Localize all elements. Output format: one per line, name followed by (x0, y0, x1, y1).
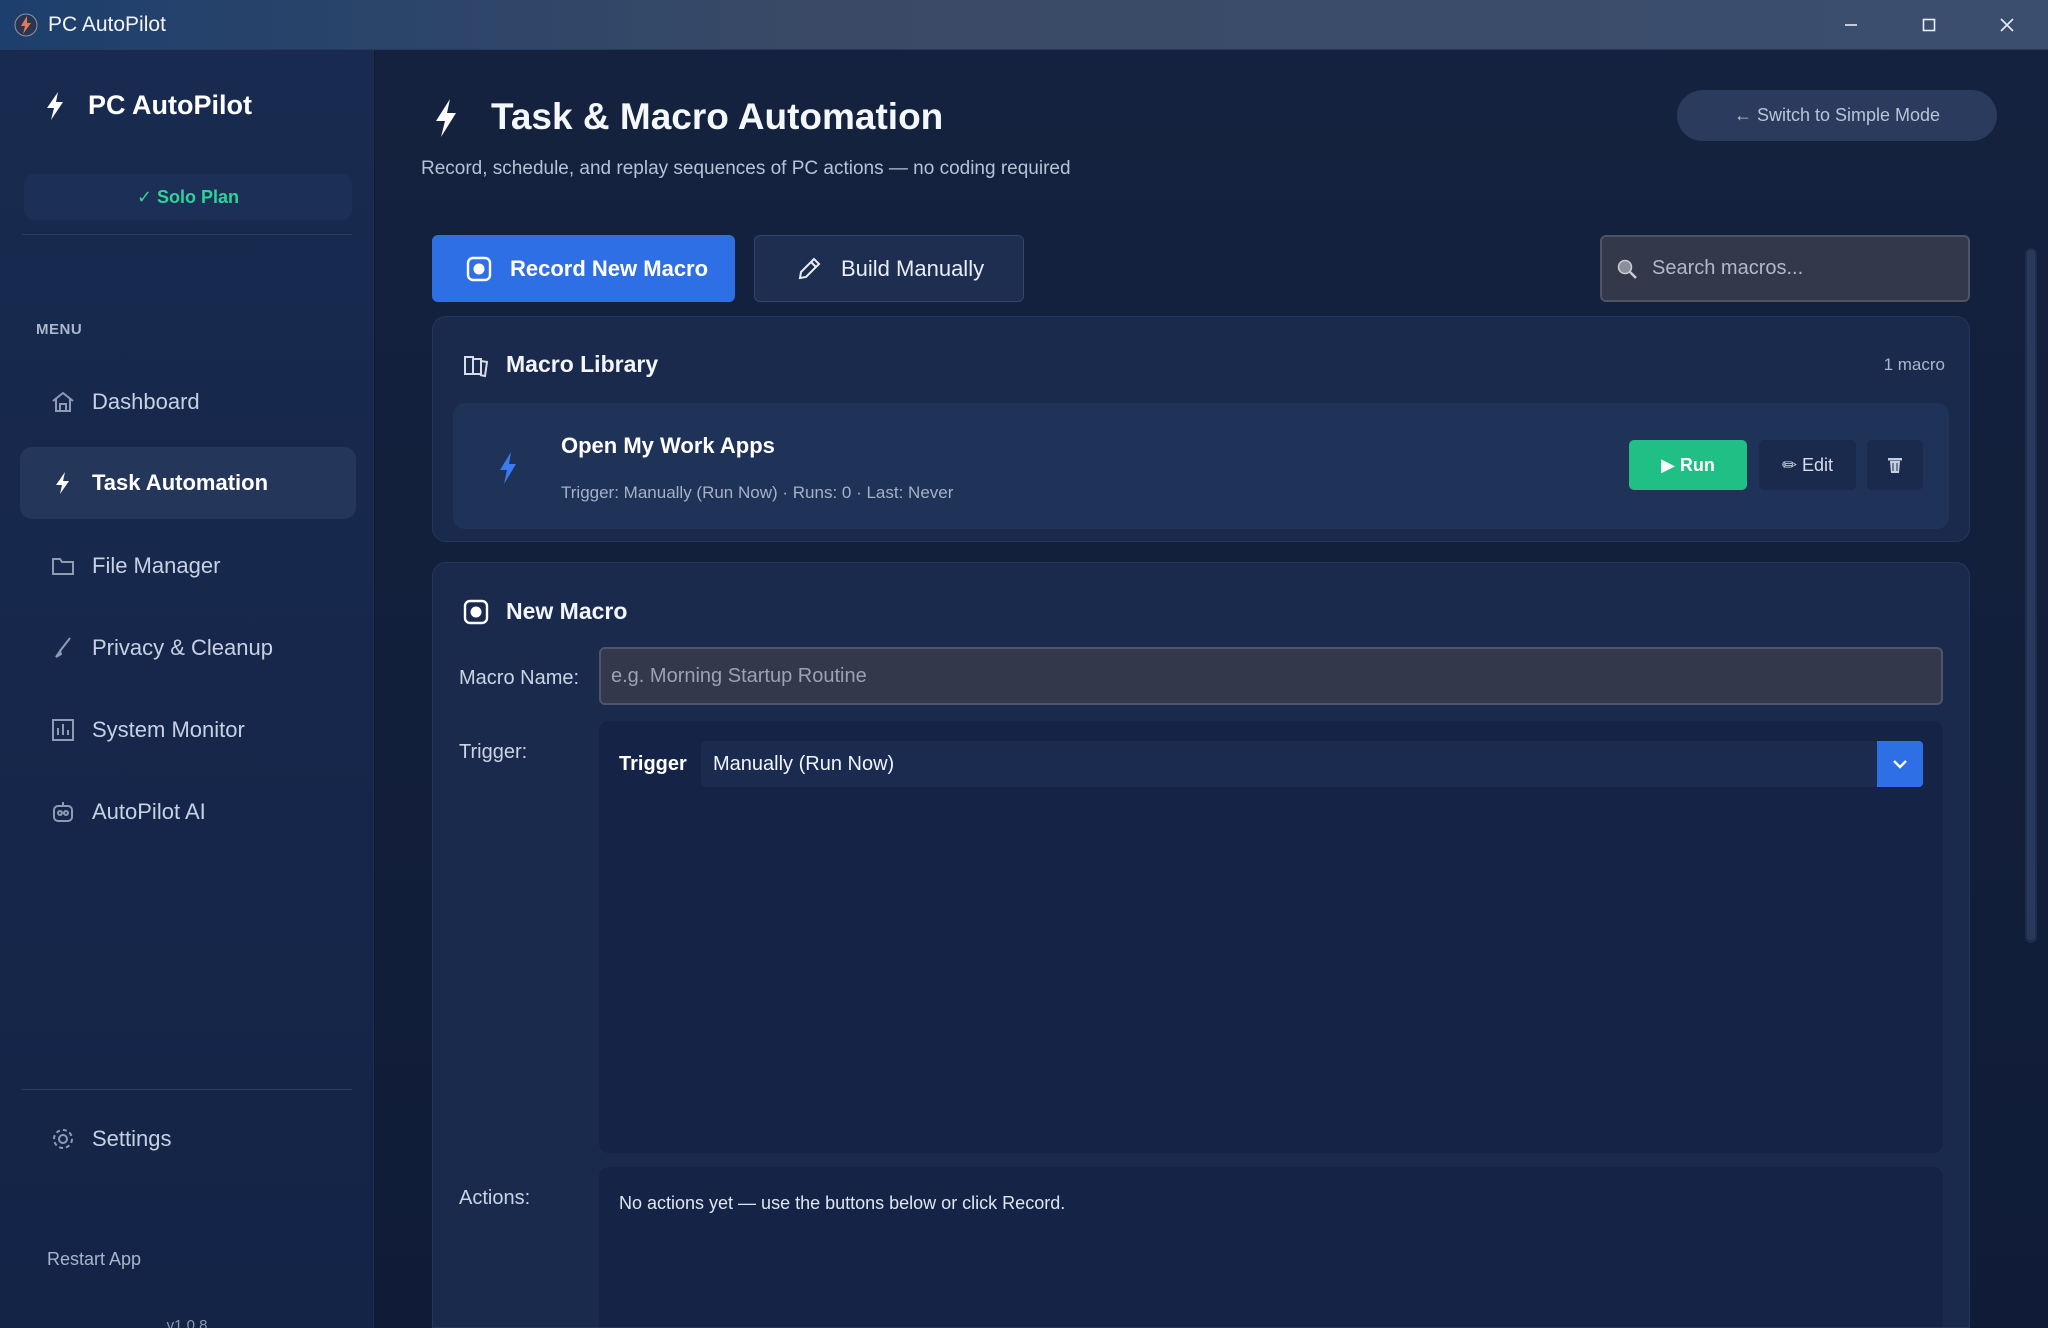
build-manually-label: Build Manually (841, 255, 985, 281)
trigger-section: Trigger Manually (Run Now) (599, 721, 1943, 1153)
bolt-icon (500, 452, 516, 484)
macro-library-panel: Macro Library 1 macro Open My Work Apps … (432, 316, 1970, 542)
plan-badge: ✓ Solo Plan (24, 174, 352, 220)
scrollbar-thumb[interactable] (2027, 250, 2035, 940)
sidebar-item-label: Task Automation (92, 470, 269, 495)
window-titlebar: PC AutoPilot (0, 0, 2048, 50)
new-macro-panel: New Macro Macro Name: Trigger: Trigger M… (432, 562, 1970, 1328)
switch-simple-mode-button[interactable]: ← Switch to Simple Mode (1677, 90, 1997, 141)
sidebar-item-label: Dashboard (92, 389, 200, 414)
sidebar-divider (22, 1089, 352, 1090)
folder-icon (50, 553, 76, 579)
run-macro-button[interactable]: ▶ Run (1629, 440, 1747, 490)
macro-card: Open My Work Apps Trigger: Manually (Run… (453, 403, 1949, 529)
close-icon (2000, 18, 2014, 32)
build-manually-button[interactable]: Build Manually (754, 235, 1024, 302)
minimize-icon (1845, 24, 1857, 26)
trigger-selected-value: Manually (Run Now) (713, 752, 895, 775)
trigger-inner-label: Trigger (619, 753, 687, 775)
restart-app-link[interactable]: Restart App (47, 1249, 141, 1270)
sidebar-item-task-automation[interactable]: Task Automation (20, 447, 356, 519)
record-icon (463, 599, 489, 625)
sidebar-item-privacy-cleanup[interactable]: Privacy & Cleanup (20, 612, 356, 684)
macro-meta: Trigger: Manually (Run Now) · Runs: 0 · … (561, 483, 954, 502)
trash-icon (1888, 458, 1902, 473)
new-macro-title: New Macro (506, 598, 628, 624)
gear-icon (50, 1126, 76, 1152)
sidebar-item-label: Settings (92, 1126, 172, 1151)
bolt-icon (436, 99, 456, 137)
trigger-select[interactable]: Manually (Run Now) (701, 741, 1923, 787)
macro-name: Open My Work Apps (561, 433, 775, 458)
home-icon (50, 389, 76, 415)
macro-name-label: Macro Name: (459, 667, 580, 689)
brand-name: PC AutoPilot (88, 90, 252, 120)
record-icon (466, 256, 492, 281)
dropdown-button[interactable] (1877, 741, 1923, 787)
page-subtitle: Record, schedule, and replay sequences o… (421, 158, 1071, 179)
brush-icon (50, 635, 76, 661)
sidebar-item-label: System Monitor (92, 717, 245, 742)
window-title: PC AutoPilot (48, 12, 166, 36)
edit-macro-button[interactable]: ✏ Edit (1759, 440, 1856, 490)
search-macros-field[interactable] (1600, 235, 1970, 302)
sidebar-item-autopilot-ai[interactable]: AutoPilot AI (20, 776, 356, 848)
actions-list: No actions yet — use the buttons below o… (599, 1167, 1943, 1327)
minimize-button[interactable] (1812, 0, 1890, 50)
sidebar-item-label: Privacy & Cleanup (92, 635, 273, 660)
app-logo-icon (14, 13, 38, 36)
sidebar-item-system-monitor[interactable]: System Monitor (20, 694, 356, 766)
bolt-icon (50, 470, 76, 496)
page-title: Task & Macro Automation (491, 96, 944, 137)
macro-name-field[interactable] (599, 647, 1943, 705)
maximize-icon (1922, 18, 1936, 32)
actions-empty-message: No actions yet — use the buttons below o… (619, 1193, 1066, 1213)
menu-heading: MENU (36, 321, 83, 338)
sidebar-item-settings[interactable]: Settings (20, 1103, 356, 1175)
sidebar: PC AutoPilot ✓ Solo Plan MENU Dashboard … (0, 50, 374, 1328)
bolt-icon (47, 91, 63, 120)
search-icon (1617, 259, 1637, 279)
sidebar-item-label: File Manager (92, 553, 221, 578)
sidebar-item-dashboard[interactable]: Dashboard (20, 366, 356, 438)
pencil-icon (798, 257, 821, 279)
sidebar-divider (22, 234, 352, 235)
chart-icon (50, 717, 76, 743)
maximize-button[interactable] (1890, 0, 1968, 50)
search-input[interactable] (1652, 257, 1952, 280)
record-new-macro-button[interactable]: Record New Macro (432, 235, 735, 302)
sidebar-item-file-manager[interactable]: File Manager (20, 530, 356, 602)
brand: PC AutoPilot (44, 90, 252, 121)
version-label: v1.0.8 (166, 1317, 208, 1328)
robot-icon (50, 799, 76, 825)
actions-label: Actions: (459, 1187, 531, 1209)
trigger-label: Trigger: (459, 741, 528, 763)
macro-library-title: Macro Library (506, 351, 659, 377)
delete-macro-button[interactable] (1867, 440, 1923, 490)
sidebar-item-label: AutoPilot AI (92, 799, 206, 824)
chevron-down-icon (1893, 760, 1907, 769)
macro-count: 1 macro (1883, 355, 1945, 374)
close-button[interactable] (1968, 0, 2046, 50)
record-new-macro-label: Record New Macro (510, 255, 709, 281)
library-icon (464, 356, 489, 378)
macro-name-input[interactable] (611, 664, 1911, 688)
